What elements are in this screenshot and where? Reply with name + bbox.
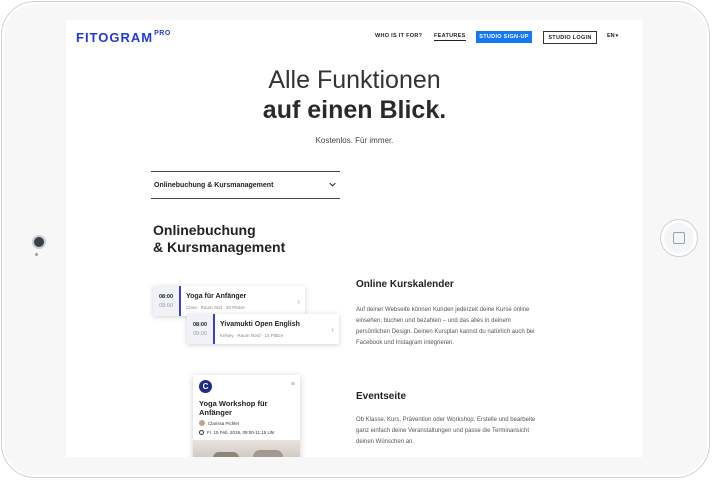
event-date: Fr. 15 Feb. 2019, 09:00-11:15 Uhr xyxy=(199,430,275,435)
logo-sup: PRO xyxy=(154,30,171,37)
instructor-name: Clarissa Pichler xyxy=(208,420,240,426)
chevron-right-icon: › xyxy=(297,297,300,306)
avatar xyxy=(199,420,205,426)
chevron-down-icon xyxy=(329,182,336,187)
sensor-dot xyxy=(35,253,38,256)
chevron-right-icon: › xyxy=(331,325,334,334)
section-heading-line2: & Kursmanagement xyxy=(153,239,286,255)
photo-figure xyxy=(253,450,283,457)
photo-figure xyxy=(213,452,239,457)
feature-description: Ob Klasse, Kurs, Prävention oder Worksho… xyxy=(356,417,536,445)
event-date-text: Fr. 15 Feb. 2019, 09:00-11:15 Uhr xyxy=(207,430,275,435)
nav-who-is-it-for[interactable]: WHO IS IT FOR? xyxy=(375,33,422,39)
section-heading-line1: Onlinebuchung xyxy=(153,222,256,238)
card-meta: Kelsey · Raum Nord · 15 Plätze xyxy=(220,333,284,338)
event-page-preview: C ≡ Yoga Workshop für Anfänger Clarissa … xyxy=(193,375,300,457)
feature-description: Auf deiner Webseite können Kunden jederz… xyxy=(356,307,535,346)
dropdown-selected-label: Onlinebuchung & Kursmanagement xyxy=(154,182,274,189)
home-button[interactable] xyxy=(660,219,698,257)
feature-category-dropdown[interactable]: Onlinebuchung & Kursmanagement xyxy=(151,171,340,199)
card-time: 08:00 09:00 xyxy=(187,314,215,344)
hero-title-line1: Alle Funktionen xyxy=(268,66,441,94)
card-time: 08:00 09:00 xyxy=(153,286,181,316)
card-meta: Clara · Raum Süd · 20 Plätze xyxy=(186,305,245,310)
language-selector[interactable]: EN▾ xyxy=(607,33,618,39)
course-card[interactable]: 08:00 09:00 Yivamukti Open English Kelse… xyxy=(187,314,339,344)
chevron-down-icon: ▾ xyxy=(615,33,619,39)
nav-features[interactable]: FEATURES xyxy=(434,33,466,41)
logo-text: FITOGRAM xyxy=(76,30,154,45)
feature-title: Eventseite xyxy=(356,391,407,402)
studio-signup-button[interactable]: STUDIO SIGN-UP xyxy=(476,31,532,43)
card-title: Yoga für Anfänger xyxy=(186,293,247,300)
event-title: Yoga Workshop für Anfänger xyxy=(199,399,268,417)
home-square-icon xyxy=(673,232,685,244)
menu-icon[interactable]: ≡ xyxy=(291,381,295,388)
card-time-start: 08:00 xyxy=(158,294,174,300)
section-heading: Onlinebuchung & Kursmanagement xyxy=(153,222,285,256)
studio-login-button[interactable]: STUDIO LOGIN xyxy=(543,31,597,44)
card-time-start: 08:00 xyxy=(192,322,208,328)
fitogram-logo[interactable]: FITOGRAMPRO xyxy=(76,30,171,45)
language-label: EN xyxy=(607,33,615,39)
card-title: Yivamukti Open English xyxy=(220,321,300,328)
event-instructor: Clarissa Pichler xyxy=(199,420,239,426)
course-card[interactable]: 08:00 09:00 Yoga für Anfänger Clara · Ra… xyxy=(153,286,305,316)
feature-title: Online Kurskalender xyxy=(356,279,454,290)
clock-icon xyxy=(199,430,204,435)
brand-logo-icon: C xyxy=(199,380,212,393)
camera-icon xyxy=(32,235,46,249)
card-time-end: 09:00 xyxy=(193,331,207,337)
card-time-end: 09:00 xyxy=(159,303,173,309)
hero-title-line2: auf einen Blick. xyxy=(262,96,447,124)
event-photo xyxy=(193,440,300,457)
tablet-screen: FITOGRAMPRO WHO IS IT FOR? FEATURES STUD… xyxy=(66,20,643,457)
hero-subtitle: Kostenlos. Für immer. xyxy=(315,136,394,145)
